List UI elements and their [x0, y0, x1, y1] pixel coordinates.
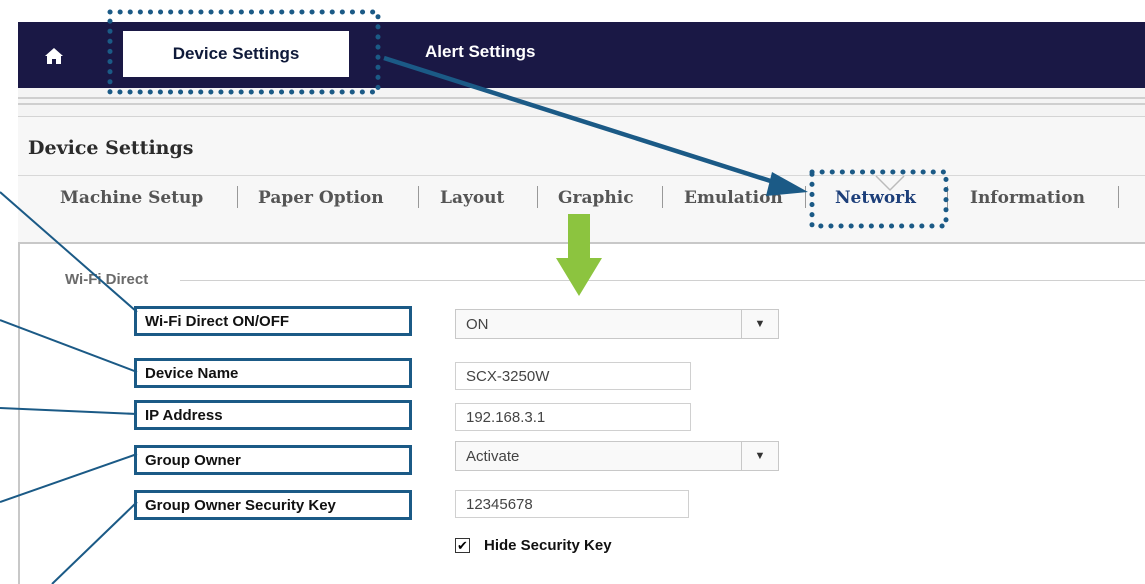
callout-arrow-line — [383, 55, 781, 187]
highlight-box-device-settings — [107, 9, 381, 95]
leader-line-group-owner — [0, 453, 138, 503]
green-arrow-head — [556, 258, 602, 296]
callout-arrow-head — [766, 172, 808, 196]
highlight-box-network — [809, 169, 949, 229]
active-tab-indicator — [875, 175, 905, 192]
leader-line-onoff — [0, 191, 138, 313]
green-arrow-shaft — [568, 214, 590, 258]
leader-line-security-key — [51, 501, 138, 584]
leader-line-ip-address — [0, 407, 138, 415]
leader-line-device-name — [0, 319, 138, 373]
annotation-overlay — [0, 9, 949, 584]
